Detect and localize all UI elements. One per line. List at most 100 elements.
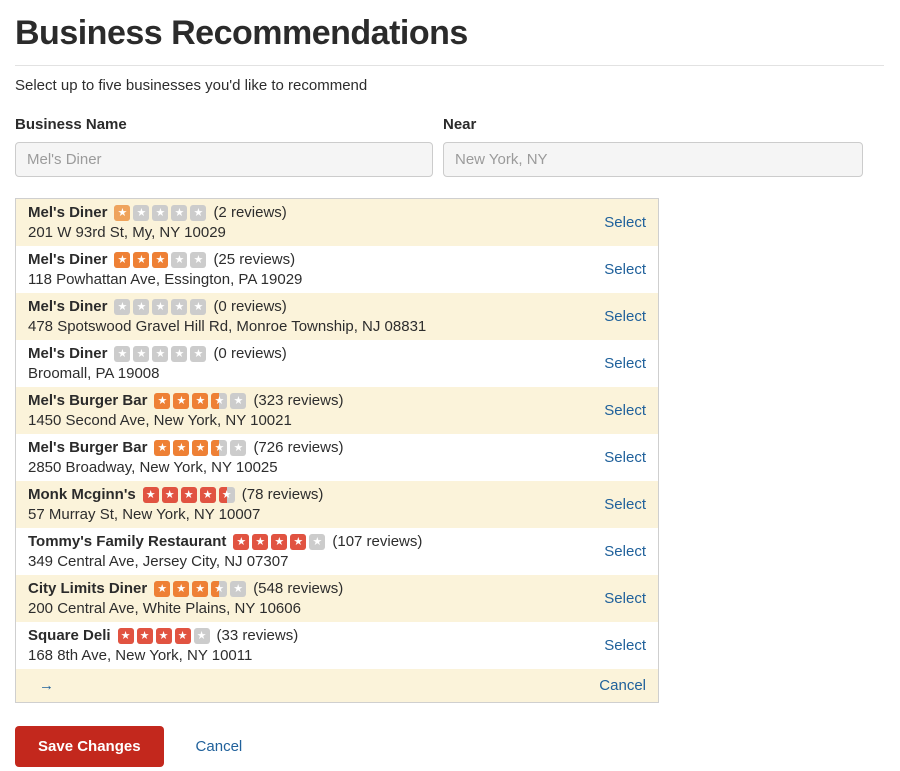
business-address: 57 Murray St, New York, NY 10007: [28, 505, 592, 524]
business-name-line: Mel's Diner ★★★★★ (0 reviews): [28, 344, 592, 363]
star-rating: ★★★★★: [233, 534, 325, 550]
business-result-row: Square Deli ★★★★★ (33 reviews) 168 8th A…: [16, 622, 658, 669]
select-link[interactable]: Select: [604, 308, 646, 325]
near-input[interactable]: [443, 142, 863, 177]
review-count: (78 reviews): [242, 485, 324, 504]
select-link[interactable]: Select: [604, 261, 646, 278]
business-name-line: Monk Mcginn's ★★★★★ (78 reviews): [28, 485, 592, 504]
star-icon: ★: [190, 205, 206, 221]
star-icon: ★: [252, 534, 268, 550]
star-rating: ★★★★★: [114, 299, 206, 315]
list-cancel-link[interactable]: Cancel: [599, 677, 646, 694]
cancel-link[interactable]: Cancel: [196, 738, 243, 755]
star-icon: ★: [175, 628, 191, 644]
business-name-line: Mel's Diner ★★★★★ (2 reviews): [28, 203, 592, 222]
review-count: (548 reviews): [253, 579, 343, 598]
star-rating: ★★★★★: [114, 346, 206, 362]
star-rating: ★★★★★: [154, 581, 246, 597]
business-name-line: Mel's Burger Bar ★★★★★ (323 reviews): [28, 391, 592, 410]
review-count: (25 reviews): [213, 250, 295, 269]
star-icon: ★: [271, 534, 287, 550]
review-count: (323 reviews): [253, 391, 343, 410]
star-icon: ★: [192, 393, 208, 409]
business-name-input[interactable]: [15, 142, 433, 177]
star-icon: ★: [173, 393, 189, 409]
business-info: City Limits Diner ★★★★★ (548 reviews) 20…: [28, 579, 592, 618]
business-result-row: Mel's Diner ★★★★★ (2 reviews) 201 W 93rd…: [16, 199, 658, 246]
star-icon: ★: [200, 487, 216, 503]
star-icon: ★: [181, 487, 197, 503]
business-name-line: Tommy's Family Restaurant ★★★★★ (107 rev…: [28, 532, 592, 551]
star-icon: ★: [171, 346, 187, 362]
business-address: 349 Central Ave, Jersey City, NJ 07307: [28, 552, 592, 571]
select-link[interactable]: Select: [604, 637, 646, 654]
business-address: 2850 Broadway, New York, NY 10025: [28, 458, 592, 477]
business-name: Square Deli: [28, 626, 111, 645]
select-link[interactable]: Select: [604, 355, 646, 372]
business-info: Monk Mcginn's ★★★★★ (78 reviews) 57 Murr…: [28, 485, 592, 524]
star-icon: ★: [133, 346, 149, 362]
business-name-line: Mel's Diner ★★★★★ (25 reviews): [28, 250, 592, 269]
star-rating: ★★★★★: [143, 487, 235, 503]
star-rating: ★★★★★: [154, 440, 246, 456]
star-icon: ★: [211, 440, 227, 456]
business-info: Mel's Burger Bar ★★★★★ (323 reviews) 145…: [28, 391, 592, 430]
page-subtitle: Select up to five businesses you'd like …: [15, 77, 884, 94]
star-icon: ★: [154, 440, 170, 456]
search-form: Business Name Near: [15, 116, 884, 177]
select-link[interactable]: Select: [604, 402, 646, 419]
select-link[interactable]: Select: [604, 590, 646, 607]
business-name-line: Mel's Burger Bar ★★★★★ (726 reviews): [28, 438, 592, 457]
business-address: 168 8th Ave, New York, NY 10011: [28, 646, 592, 665]
star-icon: ★: [152, 299, 168, 315]
star-icon: ★: [156, 628, 172, 644]
star-icon: ★: [233, 534, 249, 550]
next-page-arrow[interactable]: →: [39, 677, 54, 694]
business-name-field-group: Business Name: [15, 116, 433, 177]
select-link[interactable]: Select: [604, 543, 646, 560]
list-footer: → Cancel: [16, 669, 658, 702]
star-icon: ★: [230, 581, 246, 597]
star-rating: ★★★★★: [114, 252, 206, 268]
business-address: 201 W 93rd St, My, NY 10029: [28, 223, 592, 242]
save-changes-button[interactable]: Save Changes: [15, 726, 164, 767]
near-label: Near: [443, 116, 863, 133]
star-icon: ★: [219, 487, 235, 503]
review-count: (0 reviews): [213, 344, 286, 363]
business-info: Mel's Burger Bar ★★★★★ (726 reviews) 285…: [28, 438, 592, 477]
select-link[interactable]: Select: [604, 496, 646, 513]
review-count: (33 reviews): [217, 626, 299, 645]
title-divider: [15, 65, 884, 66]
business-result-row: City Limits Diner ★★★★★ (548 reviews) 20…: [16, 575, 658, 622]
business-info: Tommy's Family Restaurant ★★★★★ (107 rev…: [28, 532, 592, 571]
business-address: 118 Powhattan Ave, Essington, PA 19029: [28, 270, 592, 289]
business-info: Square Deli ★★★★★ (33 reviews) 168 8th A…: [28, 626, 592, 665]
business-address: 478 Spotswood Gravel Hill Rd, Monroe Tow…: [28, 317, 592, 336]
select-link[interactable]: Select: [604, 449, 646, 466]
business-name: City Limits Diner: [28, 579, 147, 598]
star-icon: ★: [211, 581, 227, 597]
star-icon: ★: [152, 346, 168, 362]
select-link[interactable]: Select: [604, 214, 646, 231]
business-result-row: Mel's Burger Bar ★★★★★ (323 reviews) 145…: [16, 387, 658, 434]
star-icon: ★: [171, 299, 187, 315]
business-info: Mel's Diner ★★★★★ (25 reviews) 118 Powha…: [28, 250, 592, 289]
business-address: 200 Central Ave, White Plains, NY 10606: [28, 599, 592, 618]
business-result-row: Mel's Diner ★★★★★ (25 reviews) 118 Powha…: [16, 246, 658, 293]
star-icon: ★: [173, 440, 189, 456]
results-list: Mel's Diner ★★★★★ (2 reviews) 201 W 93rd…: [15, 198, 659, 703]
near-field-group: Near: [443, 116, 863, 177]
business-name: Mel's Diner: [28, 250, 107, 269]
business-address: 1450 Second Ave, New York, NY 10021: [28, 411, 592, 430]
page-title: Business Recommendations: [15, 14, 884, 53]
star-icon: ★: [143, 487, 159, 503]
star-icon: ★: [118, 628, 134, 644]
star-icon: ★: [154, 581, 170, 597]
star-icon: ★: [137, 628, 153, 644]
business-name: Mel's Burger Bar: [28, 438, 147, 457]
star-rating: ★★★★★: [114, 205, 206, 221]
business-address: Broomall, PA 19008: [28, 364, 592, 383]
business-name: Tommy's Family Restaurant: [28, 532, 226, 551]
business-info: Mel's Diner ★★★★★ (2 reviews) 201 W 93rd…: [28, 203, 592, 242]
review-count: (2 reviews): [213, 203, 286, 222]
